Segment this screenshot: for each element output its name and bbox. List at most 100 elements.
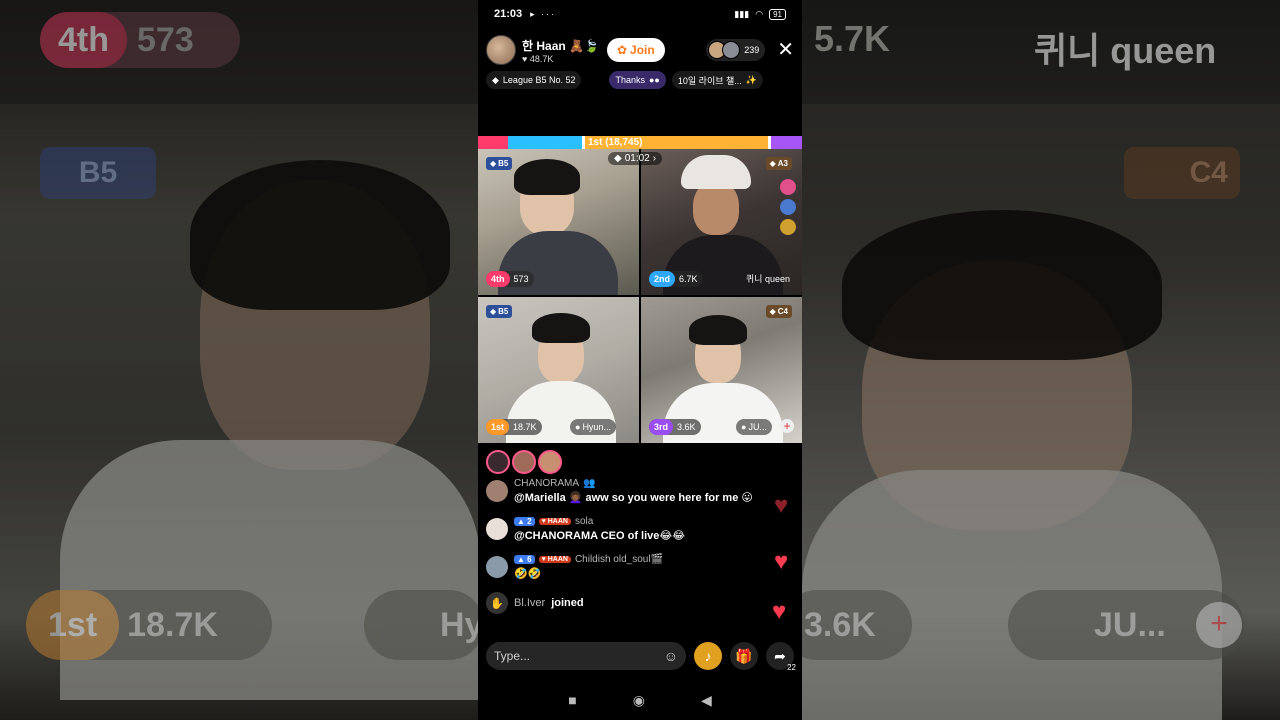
host-avatar[interactable]	[486, 35, 516, 65]
chat-text: 🤣🤣	[514, 568, 542, 580]
tile-name: 퀴니 queen	[745, 274, 790, 284]
tags-row: ◆ League B5 No. 52 Thanks ●● 10일 라이브 챌..…	[486, 70, 794, 90]
tile-side-icons	[780, 179, 796, 235]
back-icon[interactable]: ◀	[701, 692, 712, 709]
gift-icon[interactable]: 🎁	[730, 642, 758, 670]
add-icon[interactable]: +	[780, 419, 794, 433]
top-gifters[interactable]	[486, 450, 776, 474]
blurred-tier-badge: B5	[40, 147, 156, 199]
video-tile[interactable]: ◆ B5 1st 18.7K ● Hyun...	[478, 297, 639, 443]
leader-label: 1st (18,745)	[588, 137, 643, 148]
sparkle-icon: ✨	[745, 74, 758, 85]
host-likes: 48.7K	[529, 53, 554, 64]
join-button[interactable]: ✿ Join	[606, 38, 665, 62]
blurred-tier-badge: C4	[1124, 147, 1240, 199]
thanks-tag[interactable]: Thanks ●●	[609, 71, 666, 89]
join-notice: ✋ Bl.Iver joined	[486, 592, 776, 614]
hair	[532, 313, 590, 343]
host-emoji: 🧸🍃	[569, 38, 599, 53]
diamond-icon: ◆	[490, 307, 497, 316]
blurred-bottom-rank: 1st 18.7K	[26, 590, 272, 660]
name-pill: ● Hyun...	[570, 419, 616, 435]
level-badge: ▲ 6	[514, 555, 535, 564]
name-pill: ● JU...	[736, 419, 772, 435]
search-icon[interactable]	[780, 199, 796, 215]
home-icon[interactable]: ◉	[633, 692, 645, 709]
phone-screen: 21:03 ▸ ··· ▮▮▮ ◠ 91 한 Haan 🧸🍃 ♥ 48.7K ✿…	[478, 0, 802, 720]
gifter-avatar	[486, 450, 510, 474]
hair	[689, 315, 747, 345]
viewer-list[interactable]: 239	[706, 39, 766, 61]
viewer-avatar	[722, 41, 741, 59]
chat-text: @Mariella 👩🏾‍🦱 aww so you were here for …	[514, 492, 753, 504]
recents-icon[interactable]: ■	[568, 692, 576, 708]
progress-marker	[768, 136, 771, 149]
league-tag[interactable]: ◆ League B5 No. 52	[486, 71, 582, 89]
chevron-right-icon: ›	[652, 153, 657, 164]
battle-timer: ◆ 01:02 ›	[608, 152, 663, 165]
host-name: 한 Haan	[522, 38, 566, 53]
background-right: 5.7K 퀴니 queen C4 3.6K JU... +	[802, 0, 1280, 720]
video-tile[interactable]: ◆ A3 2nd 6.7K 퀴니 queen	[641, 149, 802, 295]
emoji-icon[interactable]: ☺	[664, 648, 678, 664]
diamond-icon: ◆	[769, 307, 776, 316]
hair	[514, 159, 580, 195]
diamond-icon: ◆	[490, 159, 497, 168]
host-info[interactable]: 한 Haan 🧸🍃 ♥ 48.7K	[522, 37, 599, 64]
video-tile[interactable]: ◆ C4 3rd 3.6K ● JU... +	[641, 297, 802, 443]
gifter-avatar	[538, 450, 562, 474]
wave-icon: ✋	[486, 592, 508, 614]
video-tile[interactable]: ◆ B5 4th 573	[478, 149, 639, 295]
blurred-plus-icon: +	[1196, 602, 1242, 648]
joined-user: Bl.Iver	[514, 597, 546, 609]
coin-icon[interactable]	[780, 219, 796, 235]
heart-icon: ♥	[774, 492, 789, 519]
fan-badge: ♥ HAAN	[538, 556, 571, 563]
battery-icon: 91	[769, 8, 786, 20]
chat-list: CHANORAMA 👥 @Mariella 👩🏾‍🦱 aww so you wer…	[486, 450, 776, 614]
blurred-rank-pill: 4th 573	[40, 12, 240, 68]
notification-icons: ▸ ···	[530, 8, 557, 19]
input-bar: Type... ☺ ♪ 🎁 ➦ 22	[486, 642, 796, 672]
fan-badge: ♥ HAAN	[538, 518, 571, 525]
tier-badge: ◆ C4	[765, 305, 792, 318]
video-grid: ◆ B5 4th 573 ◆ A3 2nd 6.7K 퀴니 queen ◆ B5 1st 1…	[478, 149, 802, 443]
viewer-count: 239	[744, 45, 760, 55]
chat-message[interactable]: ▲ 6 ♥ HAAN Childish old_soul🎬 🤣🤣	[486, 554, 776, 580]
tier-badge: ◆ B5	[486, 305, 513, 318]
share-icon[interactable]: ➦ 22	[766, 642, 796, 672]
event-tag[interactable]: 10일 라이브 챌... ✨	[671, 71, 764, 89]
diamond-icon: ◆	[769, 159, 776, 168]
gifter-avatars-icon: ●●	[649, 75, 660, 85]
status-time: 21:03	[494, 8, 523, 20]
user-avatar	[486, 480, 508, 502]
chat-message[interactable]: CHANORAMA 👥 @Mariella 👩🏾‍🦱 aww so you wer…	[486, 478, 776, 504]
rank-pill: 1st 18.7K	[486, 419, 542, 435]
coin-gift-icon[interactable]: ♪	[694, 642, 722, 670]
heart-icon: ♥	[522, 53, 528, 64]
tier-badge: ◆ A3	[765, 157, 792, 170]
chat-username: Childish old_soul🎬	[574, 554, 663, 565]
gifter-avatar	[512, 450, 536, 474]
signal-icon: ▮▮▮	[734, 8, 750, 19]
face	[693, 181, 739, 235]
blurred-bottom-name: Hy	[364, 590, 478, 660]
lime-icon: ●	[575, 422, 581, 432]
status-bar: 21:03 ▸ ··· ▮▮▮ ◠ 91	[478, 0, 802, 28]
chat-username: sola	[574, 516, 594, 527]
background-left: 4th 573 B5 1st 18.7K Hy	[0, 0, 478, 720]
chat-input[interactable]: Type... ☺	[486, 642, 686, 670]
host-bar: 한 Haan 🧸🍃 ♥ 48.7K ✿ Join 239 ✕	[486, 34, 794, 66]
join-icon: ✿	[616, 43, 628, 57]
rank-pill: 3rd 3.6K	[649, 419, 701, 435]
gift-icon[interactable]	[780, 179, 796, 195]
diamond-icon: ◆	[492, 74, 499, 85]
chat-message[interactable]: ▲ 2 ♥ HAAN sola @CHANORAMA CEO of live😂😂	[486, 516, 776, 542]
wifi-icon: ◠	[755, 8, 764, 19]
heart-icon: ♥	[774, 548, 789, 575]
rank-pill: 2nd 6.7K	[649, 271, 703, 287]
user-avatar	[486, 556, 508, 578]
close-icon[interactable]: ✕	[777, 40, 794, 60]
blurred-bottom-score: 3.6K	[802, 590, 912, 660]
progress-marker	[582, 136, 585, 149]
